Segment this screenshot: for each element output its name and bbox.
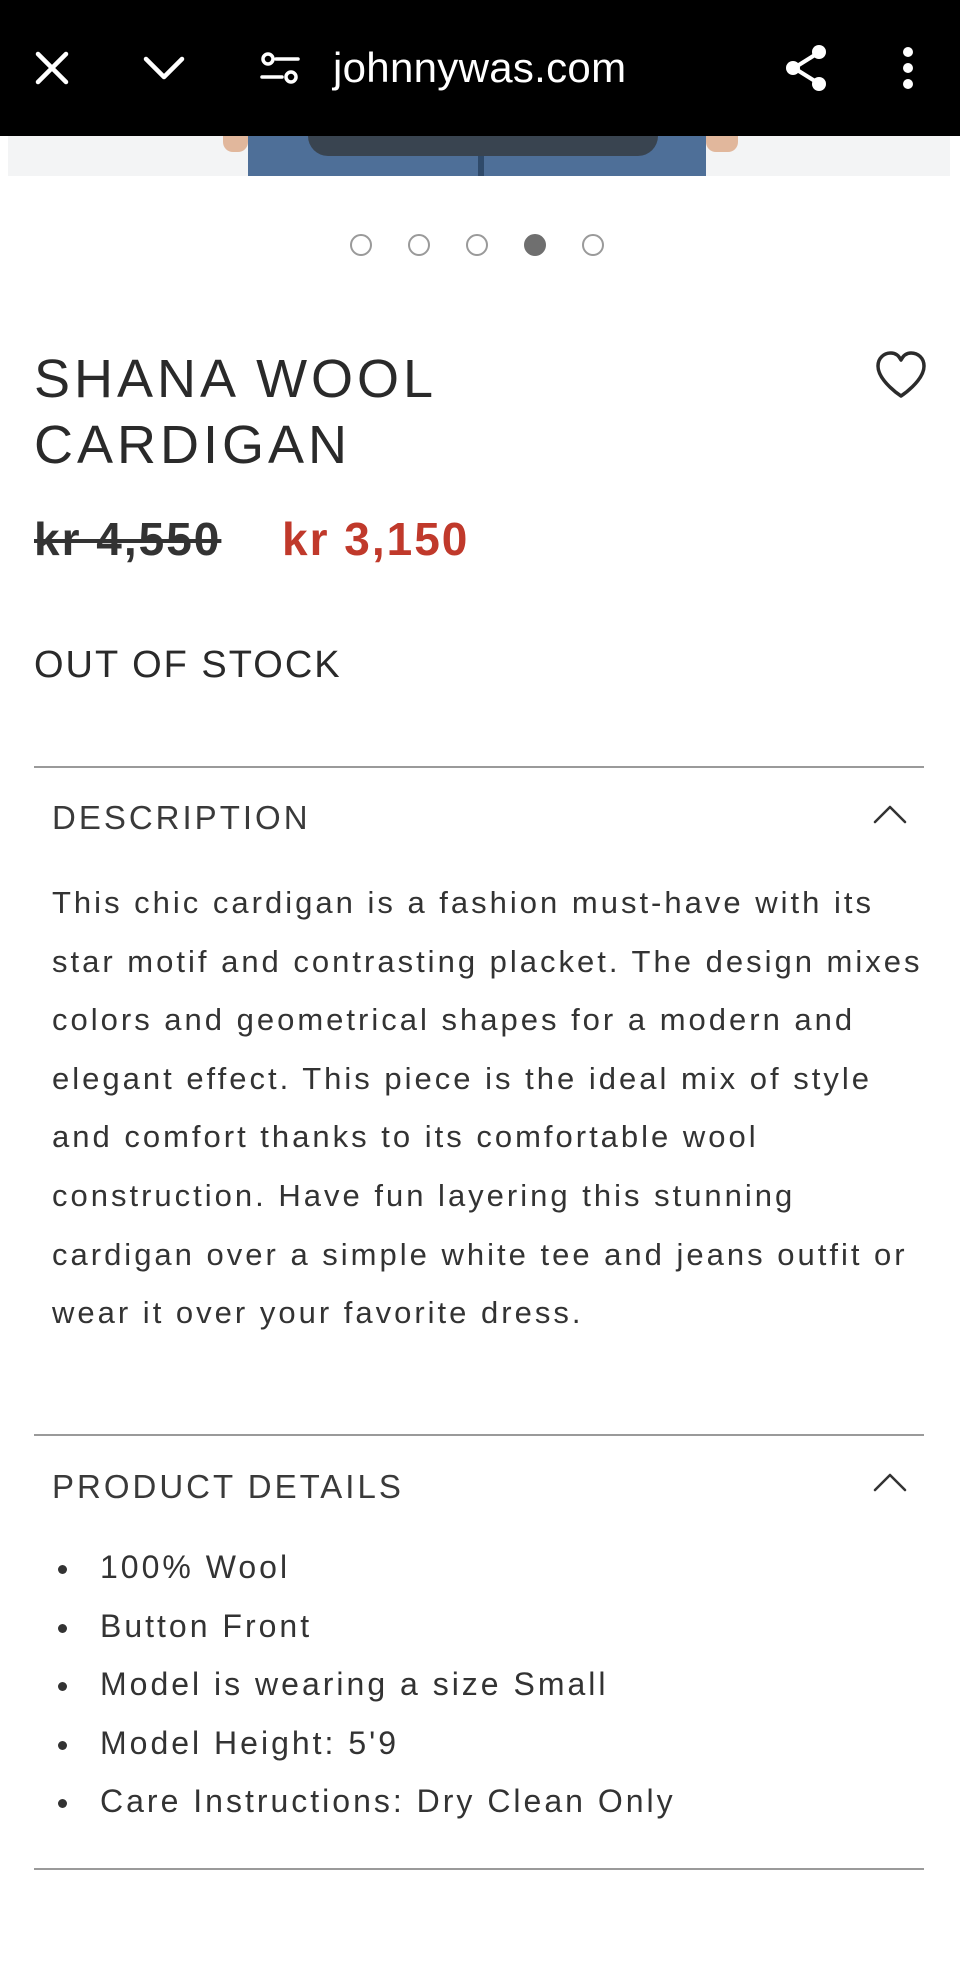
original-price: kr 4,550 [34,513,222,565]
product-detail-item: Model Height: 5'9 [52,1714,912,1773]
address-bar-url[interactable]: johnnywas.com [333,44,626,92]
product-title: SHANA WOOL CARDIGAN [34,349,436,475]
model-hand [706,136,738,152]
product-image[interactable] [8,136,950,176]
product-detail-item: Care Instructions: Dry Clean Only [52,1772,912,1831]
chevron-up-icon[interactable] [872,1471,908,1493]
close-icon[interactable] [24,38,80,98]
model-hand [223,136,248,152]
stock-status: OUT OF STOCK [34,644,342,686]
product-details-list: 100% Wool Button Front Model is wearing a … [52,1538,912,1831]
sale-price: kr 3,150 [282,513,470,565]
more-vert-icon[interactable] [880,38,936,98]
browser-toolbar: johnnywas.com [0,0,960,136]
divider [34,1434,924,1436]
carousel-dot[interactable] [466,234,488,256]
chevron-up-icon[interactable] [872,803,908,825]
carousel-dot[interactable] [582,234,604,256]
product-detail-item: Button Front [52,1597,912,1656]
wishlist-heart-icon[interactable] [874,350,928,400]
divider [34,1868,924,1870]
chevron-down-icon[interactable] [136,38,192,98]
product-detail-item: Model is wearing a size Small [52,1655,912,1714]
carousel-dot[interactable] [408,234,430,256]
carousel-indicator [350,234,610,258]
product-details-heading[interactable]: PRODUCT DETAILS [52,1468,404,1506]
description-text: This chic cardigan is a fashion must-hav… [52,885,923,1331]
model-top [308,136,658,156]
carousel-dot[interactable] [350,234,372,256]
description-heading[interactable]: DESCRIPTION [52,799,311,837]
product-detail-item: 100% Wool [52,1538,912,1597]
tune-icon[interactable] [252,38,308,98]
share-icon[interactable] [778,38,834,98]
divider [34,766,924,768]
carousel-dot[interactable] [524,234,546,256]
